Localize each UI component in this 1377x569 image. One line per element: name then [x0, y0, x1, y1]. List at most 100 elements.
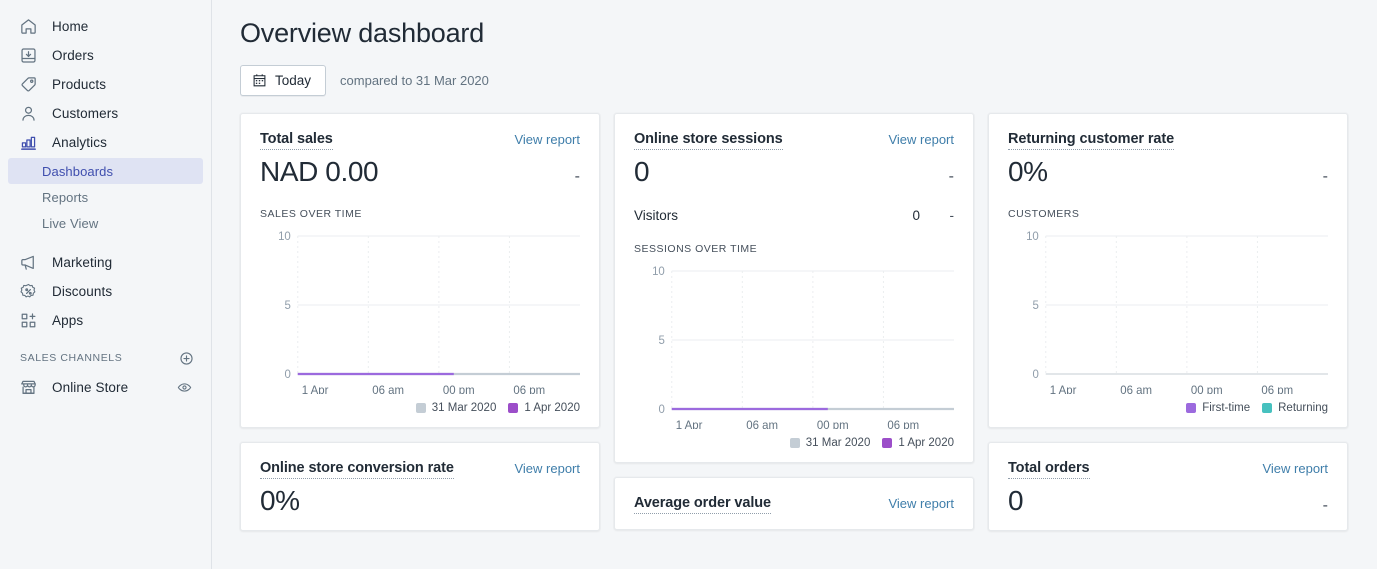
eye-icon[interactable]: [175, 379, 193, 397]
chart-sales-over-time[interactable]: 10 5 0 1 Apr 06 am 00 pm 06 pm: [260, 224, 580, 394]
date-range-button[interactable]: Today: [240, 65, 327, 96]
legend-label: Returning: [1278, 402, 1328, 414]
metric-delta: -: [574, 168, 580, 185]
sidebar-item-marketing[interactable]: Marketing: [8, 248, 203, 277]
dashboard-column-1: Total sales View report NAD 0.00 - SALES…: [240, 113, 600, 531]
sub-metric-value: 0: [912, 208, 920, 223]
svg-text:0: 0: [1032, 369, 1038, 381]
sidebar-item-customers[interactable]: Customers: [8, 99, 203, 128]
legend-swatch-previous: [415, 403, 426, 413]
metric-value: 0%: [260, 485, 300, 516]
view-report-link[interactable]: View report: [888, 131, 954, 147]
products-tag-icon: [18, 75, 38, 95]
sub-metric-label: Visitors: [634, 208, 679, 223]
legend-label: 31 Mar 2020: [805, 437, 871, 449]
legend-swatch-returning: [1262, 403, 1273, 413]
sidebar-item-label: Apps: [52, 312, 84, 328]
svg-text:10: 10: [278, 231, 291, 243]
legend-item[interactable]: 31 Mar 2020: [415, 402, 497, 414]
orders-icon: [18, 46, 38, 66]
svg-text:06 pm: 06 pm: [887, 420, 919, 429]
legend-item[interactable]: First-time: [1186, 402, 1250, 414]
home-icon: [18, 17, 38, 37]
compared-to-text: compared to 31 Mar 2020: [340, 73, 489, 88]
dashboard-column-3: Returning customer rate 0% - CUSTOMERS 1…: [988, 113, 1348, 531]
metric-row: NAD 0.00 -: [260, 156, 580, 188]
sidebar-item-label: Online Store: [52, 379, 129, 395]
svg-text:10: 10: [652, 266, 665, 278]
chart-legend: First-time Returning: [1008, 402, 1328, 414]
apps-grid-plus-icon: [18, 311, 38, 331]
chart-label: SALES OVER TIME: [260, 208, 362, 220]
legend-swatch-first-time: [1186, 403, 1197, 413]
metric-value: 0: [1008, 485, 1024, 516]
sidebar-item-online-store[interactable]: Online Store: [8, 373, 203, 402]
card-header: Online store conversion rate View report: [260, 460, 580, 479]
svg-text:06 am: 06 am: [372, 385, 404, 394]
sidebar: Home Orders Products Customers Analytics…: [0, 0, 212, 569]
legend-item[interactable]: Returning: [1262, 402, 1328, 414]
plus-circle-icon[interactable]: [177, 349, 195, 367]
analytics-bar-chart-icon: [18, 133, 38, 153]
sidebar-item-label: Customers: [52, 105, 119, 121]
metric-delta: -: [1322, 168, 1328, 185]
sidebar-item-products[interactable]: Products: [8, 70, 203, 99]
sidebar-item-analytics[interactable]: Analytics: [8, 128, 203, 157]
card-header: Returning customer rate: [1008, 131, 1328, 150]
calendar-icon: [252, 73, 267, 88]
card-title: Total orders: [1008, 460, 1090, 479]
dashboard-toolbar: Today compared to 31 Mar 2020: [240, 65, 1349, 96]
customers-person-icon: [18, 104, 38, 124]
card-online-store-sessions: Online store sessions View report 0 - Vi…: [614, 113, 974, 463]
legend-item[interactable]: 31 Mar 2020: [789, 437, 871, 449]
marketing-megaphone-icon: [18, 253, 38, 273]
svg-text:1 Apr: 1 Apr: [1050, 385, 1077, 394]
legend-label: First-time: [1202, 402, 1251, 414]
sidebar-item-apps[interactable]: Apps: [8, 306, 203, 335]
metric-row: 0 -: [634, 156, 954, 188]
svg-text:5: 5: [284, 300, 290, 312]
sidebar-item-discounts[interactable]: Discounts: [8, 277, 203, 306]
legend-swatch-previous: [789, 438, 800, 448]
chart-label: SESSIONS OVER TIME: [634, 243, 758, 255]
view-report-link[interactable]: View report: [1262, 460, 1328, 476]
page-title: Overview dashboard: [240, 18, 485, 48]
legend-label: 31 Mar 2020: [431, 402, 497, 414]
chart-customers[interactable]: 10 5 0 1 Apr 06 am 00 pm 06 pm: [1008, 224, 1328, 394]
chart-label: CUSTOMERS: [1008, 208, 1080, 220]
dashboard-grid: Total sales View report NAD 0.00 - SALES…: [240, 113, 1349, 531]
svg-text:00 pm: 00 pm: [443, 385, 475, 394]
date-range-label: Today: [275, 73, 312, 88]
sales-channels-title: SALES CHANNELS: [20, 352, 123, 364]
svg-text:0: 0: [284, 369, 290, 381]
legend-item[interactable]: 1 Apr 2020: [882, 437, 954, 449]
svg-text:06 am: 06 am: [746, 420, 778, 429]
metric-value: NAD 0.00: [260, 156, 379, 187]
sidebar-subitem-live-view[interactable]: Live View: [8, 210, 203, 236]
sidebar-subitem-label: Reports: [42, 189, 89, 205]
chart-sessions-over-time[interactable]: 10 5 0 1 Apr 06 am 00 pm 06 pm: [634, 259, 954, 429]
sidebar-item-home[interactable]: Home: [8, 12, 203, 41]
view-report-link[interactable]: View report: [888, 495, 954, 511]
dashboard-column-2: Online store sessions View report 0 - Vi…: [614, 113, 974, 530]
sidebar-subitem-dashboards[interactable]: Dashboards: [8, 158, 203, 184]
view-report-link[interactable]: View report: [514, 460, 580, 476]
view-report-link[interactable]: View report: [514, 131, 580, 147]
metric-value: 0%: [1008, 156, 1048, 187]
svg-text:5: 5: [658, 335, 664, 347]
sidebar-item-label: Analytics: [52, 134, 107, 150]
legend-item[interactable]: 1 Apr 2020: [508, 402, 580, 414]
card-title: Total sales: [260, 131, 333, 150]
sidebar-subitem-reports[interactable]: Reports: [8, 184, 203, 210]
card-online-store-conversion-rate: Online store conversion rate View report…: [240, 442, 600, 531]
metric-delta: -: [948, 168, 954, 185]
legend-label: 1 Apr 2020: [898, 437, 954, 449]
sidebar-item-orders[interactable]: Orders: [8, 41, 203, 70]
chart-legend: 31 Mar 2020 1 Apr 2020: [634, 437, 954, 449]
svg-text:0: 0: [658, 404, 664, 416]
svg-text:06 pm: 06 pm: [513, 385, 545, 394]
sub-metric-visitors: Visitors 0 -: [634, 208, 954, 223]
discounts-percent-icon: [18, 282, 38, 302]
metric-value: 0: [634, 156, 650, 187]
card-title: Online store conversion rate: [260, 460, 454, 479]
